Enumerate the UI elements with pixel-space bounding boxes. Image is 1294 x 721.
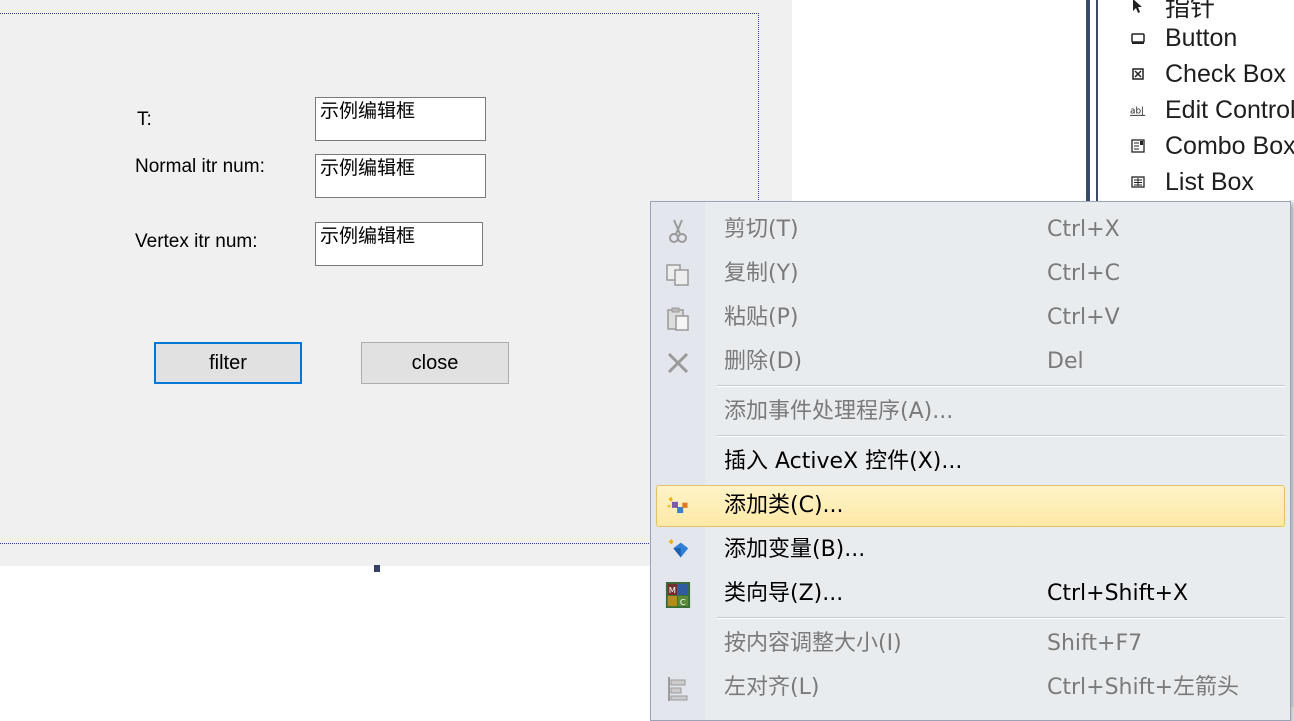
menu-item-label: 添加类(C)... <box>724 493 844 518</box>
menu-item-insert-activex[interactable]: 插入 ActiveX 控件(X)... <box>657 442 1285 482</box>
context-menu: 剪切(T) Ctrl+X 复制(Y) Ctrl+C 粘贴(P) Ctrl+V 删… <box>650 201 1291 721</box>
scissors-icon <box>665 218 691 244</box>
menu-separator <box>717 435 1285 437</box>
toolbox-item-list-box[interactable]: List Box <box>1130 164 1294 200</box>
menu-item-add-event-handler[interactable]: 添加事件处理程序(A)... <box>657 392 1285 432</box>
button-icon <box>1130 30 1146 46</box>
toolbox-item-label: Combo Box <box>1165 131 1294 160</box>
toolbox-item-button[interactable]: Button <box>1130 20 1294 56</box>
menu-item-size-to-content[interactable]: 按内容调整大小(I) Shift+F7 <box>657 624 1285 664</box>
toolbox-item-edit-control[interactable]: ab| Edit Control <box>1130 92 1294 128</box>
menu-item-paste[interactable]: 粘贴(P) Ctrl+V <box>657 298 1285 338</box>
delete-icon <box>665 350 691 376</box>
list-box-icon <box>1130 174 1146 190</box>
menu-item-label: 添加变量(B)... <box>724 537 866 562</box>
menu-item-shortcut: Ctrl+C <box>1047 261 1120 286</box>
menu-item-label: 添加事件处理程序(A)... <box>724 399 954 424</box>
toolbox-item-label: List Box <box>1165 167 1254 196</box>
menu-item-shortcut: Ctrl+X <box>1047 217 1120 242</box>
align-left-icon <box>665 676 691 702</box>
add-variable-icon <box>665 538 691 564</box>
checkbox-icon <box>1130 66 1146 82</box>
menu-separator <box>717 385 1285 387</box>
svg-text:M: M <box>669 585 676 595</box>
svg-text:C: C <box>680 597 686 607</box>
menu-item-add-class[interactable]: 添加类(C)... <box>656 485 1285 527</box>
menu-item-label: 插入 ActiveX 控件(X)... <box>724 449 963 474</box>
menu-separator <box>717 617 1285 619</box>
menu-item-label: 按内容调整大小(I) <box>724 631 902 656</box>
copy-icon <box>665 262 691 288</box>
resize-grip[interactable] <box>374 565 380 572</box>
menu-item-copy[interactable]: 复制(Y) Ctrl+C <box>657 254 1285 294</box>
vertex-itr-edit-box[interactable]: 示例编辑框 <box>315 222 483 266</box>
normal-itr-edit-box[interactable]: 示例编辑框 <box>315 154 486 198</box>
menu-item-shortcut: Ctrl+Shift+左箭头 <box>1047 675 1240 700</box>
menu-item-label: 左对齐(L) <box>724 675 820 700</box>
filter-button[interactable]: filter <box>154 342 302 384</box>
menu-item-shortcut: Ctrl+Shift+X <box>1047 581 1189 606</box>
class-wizard-icon: MC <box>665 582 691 608</box>
paste-icon <box>665 306 691 332</box>
menu-item-add-variable[interactable]: 添加变量(B)... <box>657 530 1285 570</box>
label-t: T: <box>137 109 152 130</box>
label-normal-itr-num: Normal itr num: <box>135 156 265 177</box>
menu-item-label: 删除(D) <box>724 349 803 374</box>
menu-item-shortcut: Del <box>1047 349 1084 374</box>
edit-control-icon: ab| <box>1130 102 1146 118</box>
pointer-icon <box>1130 0 1146 14</box>
dialog-border <box>0 13 759 544</box>
menu-item-shortcut: Shift+F7 <box>1047 631 1143 656</box>
menu-item-shortcut: Ctrl+V <box>1047 305 1120 330</box>
menu-item-label: 复制(Y) <box>724 261 799 286</box>
label-vertex-itr-num: Vertex itr num: <box>135 231 258 252</box>
toolbox-item-check-box[interactable]: Check Box <box>1130 56 1294 92</box>
menu-item-align-left[interactable]: 左对齐(L) Ctrl+Shift+左箭头 <box>657 668 1285 708</box>
toolbox-item-label: Check Box <box>1165 59 1286 88</box>
menu-item-label: 剪切(T) <box>724 217 799 242</box>
menu-item-label: 类向导(Z)... <box>724 581 844 606</box>
add-class-icon <box>665 494 691 520</box>
close-button[interactable]: close <box>361 342 509 384</box>
toolbox-item-label: Edit Control <box>1165 95 1294 124</box>
menu-item-delete[interactable]: 删除(D) Del <box>657 342 1285 382</box>
menu-item-label: 粘贴(P) <box>724 305 799 330</box>
toolbox-item-label: Button <box>1165 23 1238 52</box>
combo-box-icon <box>1130 138 1146 154</box>
t-edit-box[interactable]: 示例编辑框 <box>315 97 486 141</box>
menu-item-class-wizard[interactable]: MC 类向导(Z)... Ctrl+Shift+X <box>657 574 1285 614</box>
toolbox-item-combo-box[interactable]: Combo Box <box>1130 128 1294 164</box>
menu-item-cut[interactable]: 剪切(T) Ctrl+X <box>657 210 1285 250</box>
